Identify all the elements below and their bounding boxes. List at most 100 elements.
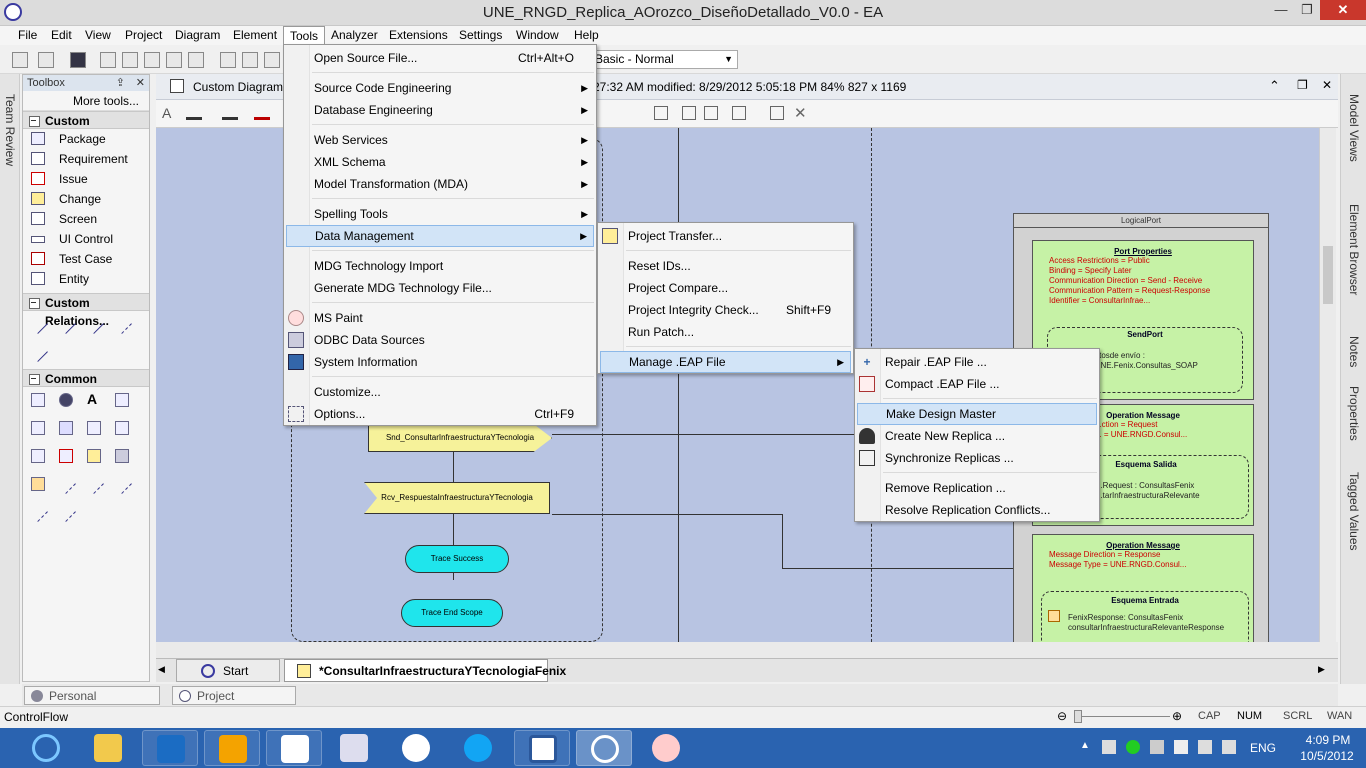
toolbox-item-package[interactable]: Package [23, 129, 149, 149]
project-compare-item[interactable]: Project Compare... [600, 277, 851, 299]
menu-view[interactable]: View [79, 26, 117, 45]
open-source-file-item[interactable]: Open Source File... Ctrl+Alt+O [286, 47, 594, 69]
font-icon[interactable]: A [162, 105, 171, 121]
trace-success-node[interactable]: Trace Success [405, 545, 509, 573]
odbc-data-sources-item[interactable]: ODBC Data Sources [286, 329, 594, 351]
source-code-engineering-item[interactable]: Source Code Engineering ▶ [286, 77, 594, 99]
vertical-scrollbar[interactable] [1319, 128, 1336, 642]
menu-extensions[interactable]: Extensions [383, 26, 454, 45]
taskbar-word[interactable] [514, 730, 570, 766]
dependency-small-icon[interactable] [56, 474, 76, 494]
trace-icon[interactable] [28, 342, 48, 362]
taskbar-ie[interactable] [18, 730, 74, 766]
menu-project[interactable]: Project [119, 26, 168, 45]
operation-message-box-2[interactable]: Operation Message Message Direction = Re… [1032, 534, 1254, 642]
redo-icon[interactable] [188, 52, 204, 68]
clock-time[interactable]: 4:09 PM [1298, 733, 1358, 747]
compact-eap-item[interactable]: Compact .EAP File ... [857, 373, 1097, 395]
esquema-entrada-box[interactable]: Esquema Entrada FenixResponse: Consultas… [1041, 591, 1249, 642]
preview-icon[interactable] [242, 52, 258, 68]
directed-association-icon[interactable] [56, 314, 76, 334]
minimize-button[interactable]: — [1268, 0, 1294, 20]
print-icon[interactable] [264, 52, 280, 68]
menu-analyzer[interactable]: Analyzer [325, 26, 384, 45]
taskbar-app-4[interactable] [204, 730, 260, 766]
generate-mdg-item[interactable]: Generate MDG Technology File... [286, 277, 594, 299]
menu-window[interactable]: Window [510, 26, 565, 45]
menu-settings[interactable]: Settings [453, 26, 508, 45]
toolbox-section-custom[interactable]: Custom [23, 111, 149, 129]
paste-icon[interactable] [144, 52, 160, 68]
toolbox-item-requirement[interactable]: Requirement [23, 149, 149, 169]
legend-icon[interactable] [115, 393, 129, 407]
zoom-slider[interactable] [1074, 716, 1170, 717]
toolbox-item-ui-control[interactable]: UI Control [23, 229, 149, 249]
ms-paint-item[interactable]: MS Paint [286, 307, 594, 329]
element-browser-tab[interactable]: Element Browser [1347, 204, 1361, 295]
options-item[interactable]: Options... Ctrl+F9 [286, 403, 594, 425]
zoom-out-icon[interactable]: ⊖ [1057, 709, 1067, 723]
open-icon[interactable] [38, 52, 54, 68]
taskbar-skype[interactable] [450, 730, 506, 766]
line-color-icon[interactable] [222, 106, 238, 120]
data-management-item[interactable]: Data Management ▶ [286, 225, 594, 247]
copy-icon[interactable] [122, 52, 138, 68]
close-diagram-icon[interactable]: ✕ [1322, 78, 1332, 92]
perspective-select[interactable]: Basic - Normal ▼ [592, 50, 738, 69]
pin-icon[interactable]: ⇪ [116, 75, 125, 91]
tab-start-page[interactable]: Start Page [176, 659, 280, 700]
change-small-icon[interactable] [87, 449, 101, 463]
receive-signal-node[interactable]: Rcv_RespuestaInfraestructuraYTecnologia [364, 482, 550, 514]
zoom-in-icon[interactable]: ⊕ [1172, 709, 1182, 723]
taskbar-explorer[interactable] [80, 730, 136, 766]
connector-icon[interactable] [56, 502, 76, 522]
tagged-values-tab[interactable]: Tagged Values [1347, 472, 1361, 551]
layout-2-icon[interactable] [770, 106, 784, 120]
taskbar-outlook[interactable] [142, 730, 198, 766]
generalization-icon[interactable] [84, 314, 104, 334]
association-icon[interactable] [28, 314, 48, 334]
align-2-icon[interactable] [682, 106, 696, 120]
text-icon[interactable]: A [87, 392, 101, 407]
toolbox-section-custom-relations[interactable]: Custom Relations... [23, 293, 149, 328]
synchronize-replicas-item[interactable]: Synchronize Replicas ... [857, 447, 1097, 469]
delete-icon[interactable]: ✕ [794, 104, 807, 122]
line-width-icon[interactable] [254, 106, 270, 120]
align-icon[interactable] [654, 106, 668, 120]
scroll-right-icon[interactable]: ▶ [1318, 664, 1325, 675]
send-signal-node[interactable]: Snd_ConsultarInfraestructuraYTecnologia [368, 424, 552, 452]
trace-small-icon[interactable] [112, 474, 132, 494]
resolve-replication-conflicts-item[interactable]: Resolve Replication Conflicts... [857, 499, 1097, 521]
reset-ids-item[interactable]: Reset IDs... [600, 255, 851, 277]
team-review-tab[interactable]: Team Review [3, 94, 17, 166]
clock-date[interactable]: 10/5/2012 [1292, 749, 1362, 763]
tab-current-diagram[interactable]: *ConsultarInfraestructuraYTecnologiaFeni… [284, 659, 566, 682]
language-indicator[interactable]: ENG [1250, 741, 1276, 755]
spelling-tools-item[interactable]: Spelling Tools ▶ [286, 203, 594, 225]
model-views-tab[interactable]: Model Views [1347, 94, 1361, 162]
hyperlink-icon[interactable] [31, 421, 45, 435]
notes-tab[interactable]: Notes [1347, 336, 1361, 367]
menu-edit[interactable]: Edit [45, 26, 78, 45]
layout-icon[interactable] [732, 106, 746, 120]
project-transfer-item[interactable]: Project Transfer... [600, 225, 851, 247]
tray-icon-5[interactable] [1198, 740, 1212, 754]
web-services-item[interactable]: Web Services ▶ [286, 129, 594, 151]
taskbar-talk[interactable] [388, 730, 444, 766]
tray-icon-3[interactable] [1150, 740, 1164, 754]
fill-color-icon[interactable] [186, 106, 202, 120]
horizontal-scrollbar[interactable] [156, 642, 1338, 658]
screen-small-icon[interactable] [115, 449, 129, 463]
xml-schema-item[interactable]: XML Schema ▶ [286, 151, 594, 173]
menu-diagram[interactable]: Diagram [169, 26, 226, 45]
tab-project-information[interactable]: Project Information [172, 686, 296, 722]
boundary-icon[interactable] [59, 393, 73, 407]
properties-tab[interactable]: Properties [1347, 386, 1361, 441]
save-icon[interactable] [70, 52, 86, 68]
toolbox-item-test-case[interactable]: Test Case [23, 249, 149, 269]
maximize-button[interactable]: ❐ [1294, 0, 1320, 20]
taskbar-ea[interactable] [576, 730, 632, 766]
customize-item[interactable]: Customize... [286, 381, 594, 403]
trace-end-node[interactable]: Trace End Scope [401, 599, 503, 627]
close-icon[interactable]: ✕ [136, 75, 145, 91]
